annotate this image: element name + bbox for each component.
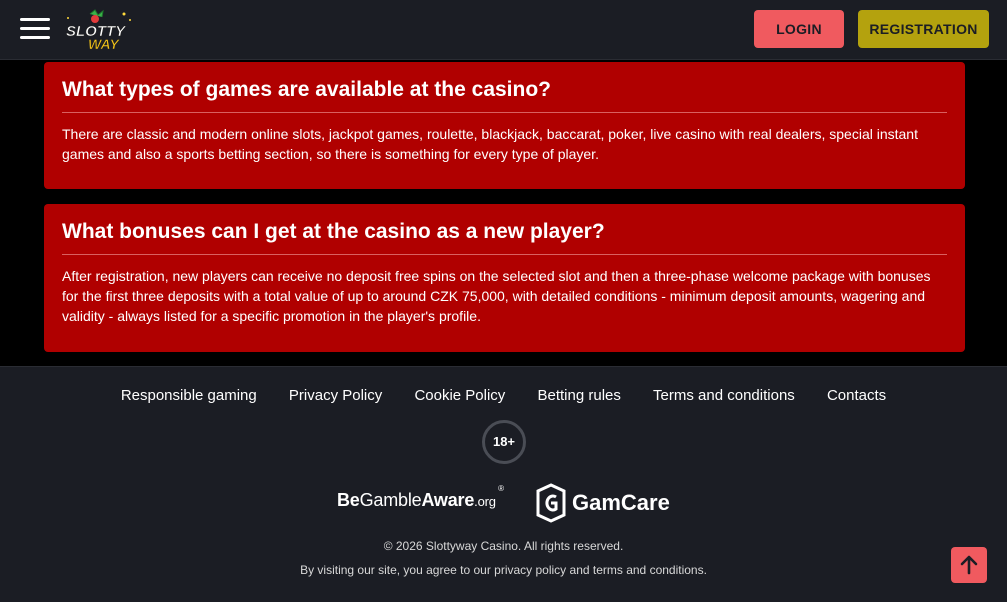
bga-aware: Aware [421,490,475,510]
gamcare-label: GamCare [572,490,670,515]
bga-gamble: Gamble [359,490,422,510]
bga-registered: ® [498,484,504,493]
gamcare-icon[interactable] [535,483,567,523]
copyright-text: © 2026 Slottyway Casino. All rights rese… [383,539,624,553]
footer-link-terms[interactable]: Terms and conditions [653,387,795,404]
hamburger-menu-icon[interactable] [20,18,50,40]
faq-card: What types of games are available at the… [44,62,965,189]
footer-link-privacy-policy[interactable]: Privacy Policy [289,387,382,404]
scroll-to-top-button[interactable] [951,547,987,583]
faq-answer: After registration, new players can rece… [62,268,931,324]
footer-link-contacts[interactable]: Contacts [827,387,886,404]
logo-line2: WAY [88,36,121,52]
top-header: SLOTTY WAY LOGIN REGISTRATION [0,0,1007,60]
footer-link-responsible-gaming[interactable]: Responsible gaming [121,387,257,404]
bga-be: Be [337,490,360,510]
footer-links: Responsible gaming Privacy Policy Cookie… [0,387,1007,404]
begambleaware-logo[interactable]: BeGambleAware.org ® [337,484,504,511]
faq-answer: There are classic and modern online slot… [62,126,918,162]
faq-question: What bonuses can I get at the casino as … [62,218,947,255]
faq-card: What bonuses can I get at the casino as … [44,204,965,352]
footer-link-cookie-policy[interactable]: Cookie Policy [414,387,505,404]
site-footer: Responsible gaming Privacy Policy Cookie… [0,366,1007,602]
age-18-badge: 18+ [482,420,526,464]
agreement-text: By visiting our site, you agree to our p… [300,563,707,577]
login-button[interactable]: LOGIN [754,10,844,48]
bga-org: .org [474,494,496,509]
arrow-up-icon [960,555,978,575]
slottyway-logo[interactable]: SLOTTY WAY [62,8,136,52]
registration-button[interactable]: REGISTRATION [858,10,989,48]
faq-question: What types of games are available at the… [62,76,947,113]
footer-link-betting-rules[interactable]: Betting rules [537,387,620,404]
